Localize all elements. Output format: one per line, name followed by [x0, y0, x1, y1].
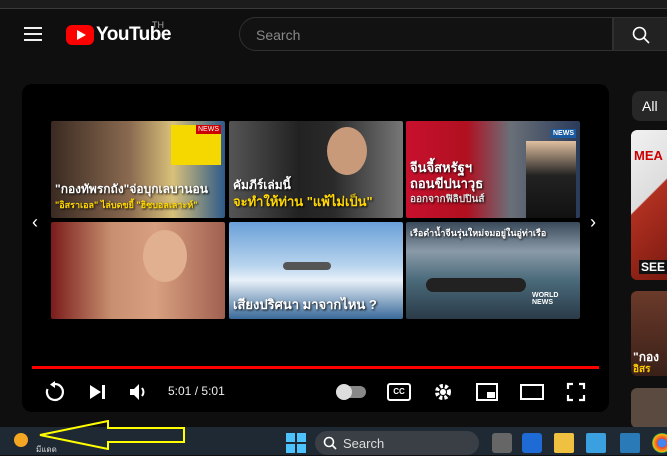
- time-total: 5:01: [201, 384, 225, 398]
- sidebar-thumb2-sub: อิสร: [633, 364, 651, 375]
- time-current: 5:01: [168, 384, 192, 398]
- captions-button[interactable]: CC: [386, 377, 412, 407]
- country-code: TH: [152, 20, 164, 30]
- video-caption-sub: ถอนขีปนาวุธ: [410, 176, 484, 191]
- video-caption: "กองทัพรกถัง"จ่อบุกเลบานอน: [55, 182, 208, 196]
- sidebar-thumb1-sub: SEE: [639, 260, 667, 274]
- youtube-play-logo-icon: [66, 25, 94, 45]
- search-input[interactable]: Search: [239, 17, 613, 51]
- notepad-icon[interactable]: [586, 433, 606, 453]
- fullscreen-icon: [566, 382, 586, 402]
- end-screen-video-3[interactable]: NEWS จีนจี้สหรัฐฯ ถอนขีปนาวุธ ออกจากฟิลิ…: [406, 121, 580, 218]
- volume-button[interactable]: [126, 377, 152, 407]
- remote-desktop-icon[interactable]: [522, 433, 542, 453]
- video-caption-sub: "อิสราเอล" ไล่บดขยี้ "ฮิซบอลเลาะห์": [55, 200, 198, 210]
- theater-mode-icon: [520, 384, 544, 400]
- windows-start-icon[interactable]: [286, 433, 306, 453]
- youtube-logo[interactable]: YouTube TH: [66, 20, 171, 46]
- video-caption-sub2: ออกจากฟิลิปปินส์: [410, 194, 485, 205]
- singer-graphic: [143, 230, 187, 282]
- app-icon[interactable]: [620, 433, 640, 453]
- taskbar-search-icon: [323, 436, 337, 450]
- sidebar-thumbnail-3[interactable]: [631, 388, 667, 428]
- sun-weather-icon: [14, 433, 28, 447]
- next-button[interactable]: [84, 377, 110, 407]
- browser-top-edge: [0, 0, 667, 9]
- prev-end-screen-icon[interactable]: ‹: [32, 212, 38, 233]
- video-caption: เสียงปริศนา มาจากไหน ?: [233, 297, 377, 312]
- end-screen-video-1[interactable]: NEWS "กองทัพรกถัง"จ่อบุกเลบานอน "อิสราเอ…: [51, 121, 225, 218]
- end-screen-video-4[interactable]: [51, 222, 225, 319]
- sidebar-thumbnail-1[interactable]: MEA SEE: [631, 130, 667, 280]
- autoplay-toggle[interactable]: [334, 377, 368, 407]
- video-caption-sub: จะทำให้ท่าน "แพ้ไม่เป็น": [233, 194, 373, 209]
- video-player[interactable]: NEWS "กองทัพรกถัง"จ่อบุกเลบานอน "อิสราเอ…: [22, 84, 609, 412]
- miniplayer-icon: [476, 383, 498, 401]
- next-end-screen-icon[interactable]: ›: [590, 212, 596, 233]
- hamburger-menu-icon[interactable]: [24, 27, 42, 41]
- video-caption: เรือดำน้ำจีนรุ่นใหม่จมอยู่ในอู่ท่าเรือ: [410, 228, 547, 238]
- volume-icon: [130, 384, 145, 400]
- video-badge: NEWS: [551, 129, 576, 138]
- video-badge: NEWS: [196, 125, 221, 134]
- time-display: 5:01 / 5:01: [168, 384, 225, 398]
- person-face-graphic: [327, 127, 367, 175]
- news-anchor-graphic: [526, 141, 576, 218]
- miniplayer-button[interactable]: [474, 377, 500, 407]
- submarine-graphic: [426, 278, 526, 292]
- theater-mode-button[interactable]: [519, 377, 545, 407]
- taskbar-search-label: Search: [343, 436, 385, 451]
- annotation-arrow: [39, 420, 185, 450]
- replay-icon: [45, 381, 64, 402]
- sidebar-thumb1-title: MEA: [634, 148, 663, 163]
- video-caption: จีนจี้สหรัฐฯ: [410, 160, 473, 175]
- task-view-icon[interactable]: [492, 433, 512, 453]
- autoplay-pause-icon: [336, 384, 352, 400]
- gear-icon: [435, 384, 451, 400]
- end-screen-video-5[interactable]: เสียงปริศนา มาจากไหน ?: [229, 222, 403, 319]
- weather-widget[interactable]: มีแดด: [14, 433, 57, 454]
- settings-button[interactable]: [430, 377, 456, 407]
- end-screen-video-2[interactable]: คัมภีร์เล่มนี้ จะทำให้ท่าน "แพ้ไม่เป็น": [229, 121, 403, 218]
- taskbar-search-box[interactable]: Search: [315, 431, 479, 455]
- end-screen-video-6[interactable]: เรือดำน้ำจีนรุ่นใหม่จมอยู่ในอู่ท่าเรือ W…: [406, 222, 580, 319]
- search-button[interactable]: [613, 17, 667, 51]
- progress-bar[interactable]: [32, 366, 599, 369]
- autoplay-track: [336, 384, 366, 400]
- search-placeholder: Search: [256, 27, 301, 43]
- skip-next-icon: [90, 385, 105, 399]
- video-caption: คัมภีร์เล่มนี้: [233, 178, 291, 192]
- captions-icon: CC: [387, 383, 411, 401]
- sidebar-thumbnail-2[interactable]: "กอง อิสร: [631, 291, 667, 376]
- fighter-jet-graphic: [283, 262, 331, 270]
- replay-button[interactable]: [42, 377, 68, 407]
- search-icon: [632, 26, 650, 44]
- fullscreen-button[interactable]: [563, 377, 589, 407]
- chip-all[interactable]: All: [632, 91, 667, 121]
- file-explorer-icon[interactable]: [554, 433, 574, 453]
- video-badge: WORLD NEWS: [532, 292, 559, 306]
- time-separator: /: [194, 384, 199, 398]
- chrome-icon[interactable]: [652, 433, 667, 453]
